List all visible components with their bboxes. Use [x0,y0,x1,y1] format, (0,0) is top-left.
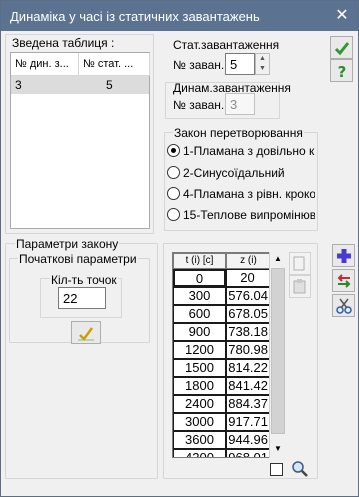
add-row-button[interactable] [332,244,355,267]
swap-arrows-icon [337,274,350,288]
scroll-down-icon[interactable]: ▼ [270,442,286,456]
cell-t[interactable]: 600 [173,305,226,323]
cell-z[interactable]: 20 [226,269,271,287]
law-label: Закон перетворювання [173,126,304,140]
cut-button[interactable] [332,294,355,317]
cell-z[interactable]: 576.04 [226,287,271,305]
static-load-input[interactable]: 5 [225,53,255,75]
check-icon [78,327,94,341]
cell-t[interactable]: 1800 [173,377,226,395]
spin-up-icon[interactable]: ▲ [256,54,269,64]
ok-button[interactable] [330,36,353,59]
summary-col-1[interactable]: № дин. з... [11,53,79,76]
title-bar: Динаміка у часі із статичних завантажень… [1,1,358,31]
zoom-button[interactable] [291,460,309,478]
law-option-radio[interactable] [167,144,180,157]
cell-t[interactable]: 4200 [173,449,226,457]
cell-t[interactable]: 1200 [173,341,226,359]
summary-col-2[interactable]: № стат. ... [79,53,150,76]
grid-checkbox[interactable] [270,463,283,476]
plus-icon [336,249,351,263]
cell-t[interactable]: 2400 [173,395,226,413]
paste-button [289,275,311,298]
swap-rows-button[interactable] [332,269,355,292]
summary-table[interactable]: № дин. з... № стат. ... 3 5 [10,52,150,229]
law-option-label[interactable]: 1-Пламана з довільно кроком [183,144,315,158]
dynamic-load-input: 3 [225,93,255,115]
scissors-icon [335,298,352,314]
scroll-up-icon[interactable]: ▲ [270,252,286,266]
grid-scrollbar[interactable]: ▲ ▼ [269,252,286,458]
static-load-spinner[interactable]: ▲ ▼ [255,53,270,75]
copy-icon [293,256,305,271]
law-option-label[interactable]: 2-Синусоїдальний [183,166,315,180]
close-button[interactable]: ✕ [326,1,358,31]
summary-cell: 3 [15,78,22,92]
points-input[interactable]: 22 [58,287,106,309]
cell-z[interactable]: 917.71 [226,413,271,431]
dialog-window: Динаміка у часі із статичних завантажень… [0,0,359,497]
paste-icon [293,279,306,294]
law-option-label[interactable]: 4-Пламана з рівн. кроком [183,187,315,201]
col-header-t[interactable]: t (і) [с] [173,253,226,269]
svg-text:?: ? [337,63,346,80]
window-title: Динаміка у часі із статичних завантажень [10,9,260,24]
cell-z[interactable]: 780.98 [226,341,271,359]
static-load-number-label: № заван. [173,58,225,72]
static-load-label: Стат.завантаження [173,38,280,52]
magnifier-icon [292,461,308,477]
apply-points-button[interactable] [71,321,101,344]
law-option-label[interactable]: 15-Теплове випромінювання [183,208,315,222]
initial-params-label: Початкові параметри [18,252,138,266]
cell-t[interactable]: 300 [173,287,226,305]
law-option-radio[interactable] [167,208,180,221]
law-option-radio[interactable] [167,166,180,179]
cell-t[interactable]: 3000 [173,413,226,431]
copy-button [289,252,311,275]
cell-z[interactable]: 884.37 [226,395,271,413]
help-button[interactable]: ? [330,59,353,82]
cell-z[interactable]: 841.42 [226,377,271,395]
params-label: Параметри закону [15,237,120,251]
check-icon [334,42,349,56]
dynamic-load-number-label: № заван. [173,98,225,112]
spin-down-icon[interactable]: ▼ [256,64,269,74]
help-icon: ? [337,63,346,81]
col-header-z[interactable]: z (і) [226,253,271,269]
cell-t[interactable]: 900 [173,323,226,341]
points-label: Кіл-ть точок [50,273,118,287]
scroll-thumb[interactable] [271,268,285,434]
summary-cell: 5 [106,78,113,92]
cell-t[interactable]: 0 [173,269,226,287]
law-option-radio[interactable] [167,187,180,200]
summary-label: Зведена таблиця : [12,36,115,50]
cell-z[interactable]: 814.22 [226,359,271,377]
cell-z[interactable]: 968.01 [226,449,271,457]
cell-t[interactable]: 1500 [173,359,226,377]
table-row[interactable]: 3 5 [11,76,149,94]
cell-z[interactable]: 678.05 [226,305,271,323]
cell-t[interactable]: 3600 [173,431,226,449]
cell-z[interactable]: 738.18 [226,323,271,341]
cell-z[interactable]: 944.96 [226,431,271,449]
